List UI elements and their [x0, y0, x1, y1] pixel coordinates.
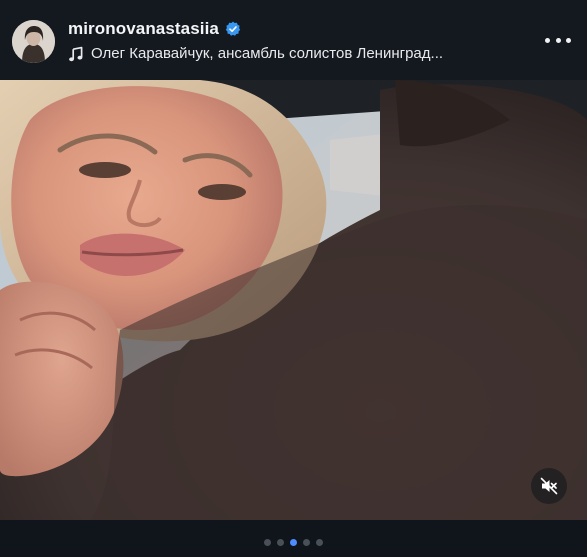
- more-options-icon-dot: [545, 37, 550, 43]
- speaker-muted-icon: [540, 477, 558, 495]
- post-media[interactable]: [0, 80, 587, 520]
- carousel-indicator: [0, 532, 587, 552]
- avatar[interactable]: [12, 20, 55, 63]
- post-header: mironovanastasiia Олег Каравайчук, ансам…: [0, 0, 587, 80]
- username[interactable]: mironovanastasiia: [68, 19, 219, 39]
- music-note-icon: [68, 46, 84, 62]
- verified-badge-icon: [225, 21, 241, 37]
- more-options-icon-dot: [555, 37, 561, 43]
- carousel-dot[interactable]: [277, 538, 284, 546]
- mute-toggle-button[interactable]: [531, 468, 567, 504]
- audio-row[interactable]: Олег Каравайчук, ансамбль солистов Ленин…: [68, 45, 508, 62]
- audio-track-label: Олег Каравайчук, ансамбль солистов Ленин…: [91, 45, 444, 62]
- more-options-button[interactable]: [545, 30, 571, 50]
- more-options-icon-dot: [566, 37, 571, 43]
- instagram-post: mironovanastasiia Олег Каравайчук, ансам…: [0, 0, 587, 557]
- carousel-dot[interactable]: [290, 538, 297, 546]
- username-row: mironovanastasiia: [68, 19, 241, 39]
- carousel-dot[interactable]: [316, 538, 323, 546]
- carousel-dot[interactable]: [303, 538, 310, 546]
- carousel-dot[interactable]: [264, 538, 271, 546]
